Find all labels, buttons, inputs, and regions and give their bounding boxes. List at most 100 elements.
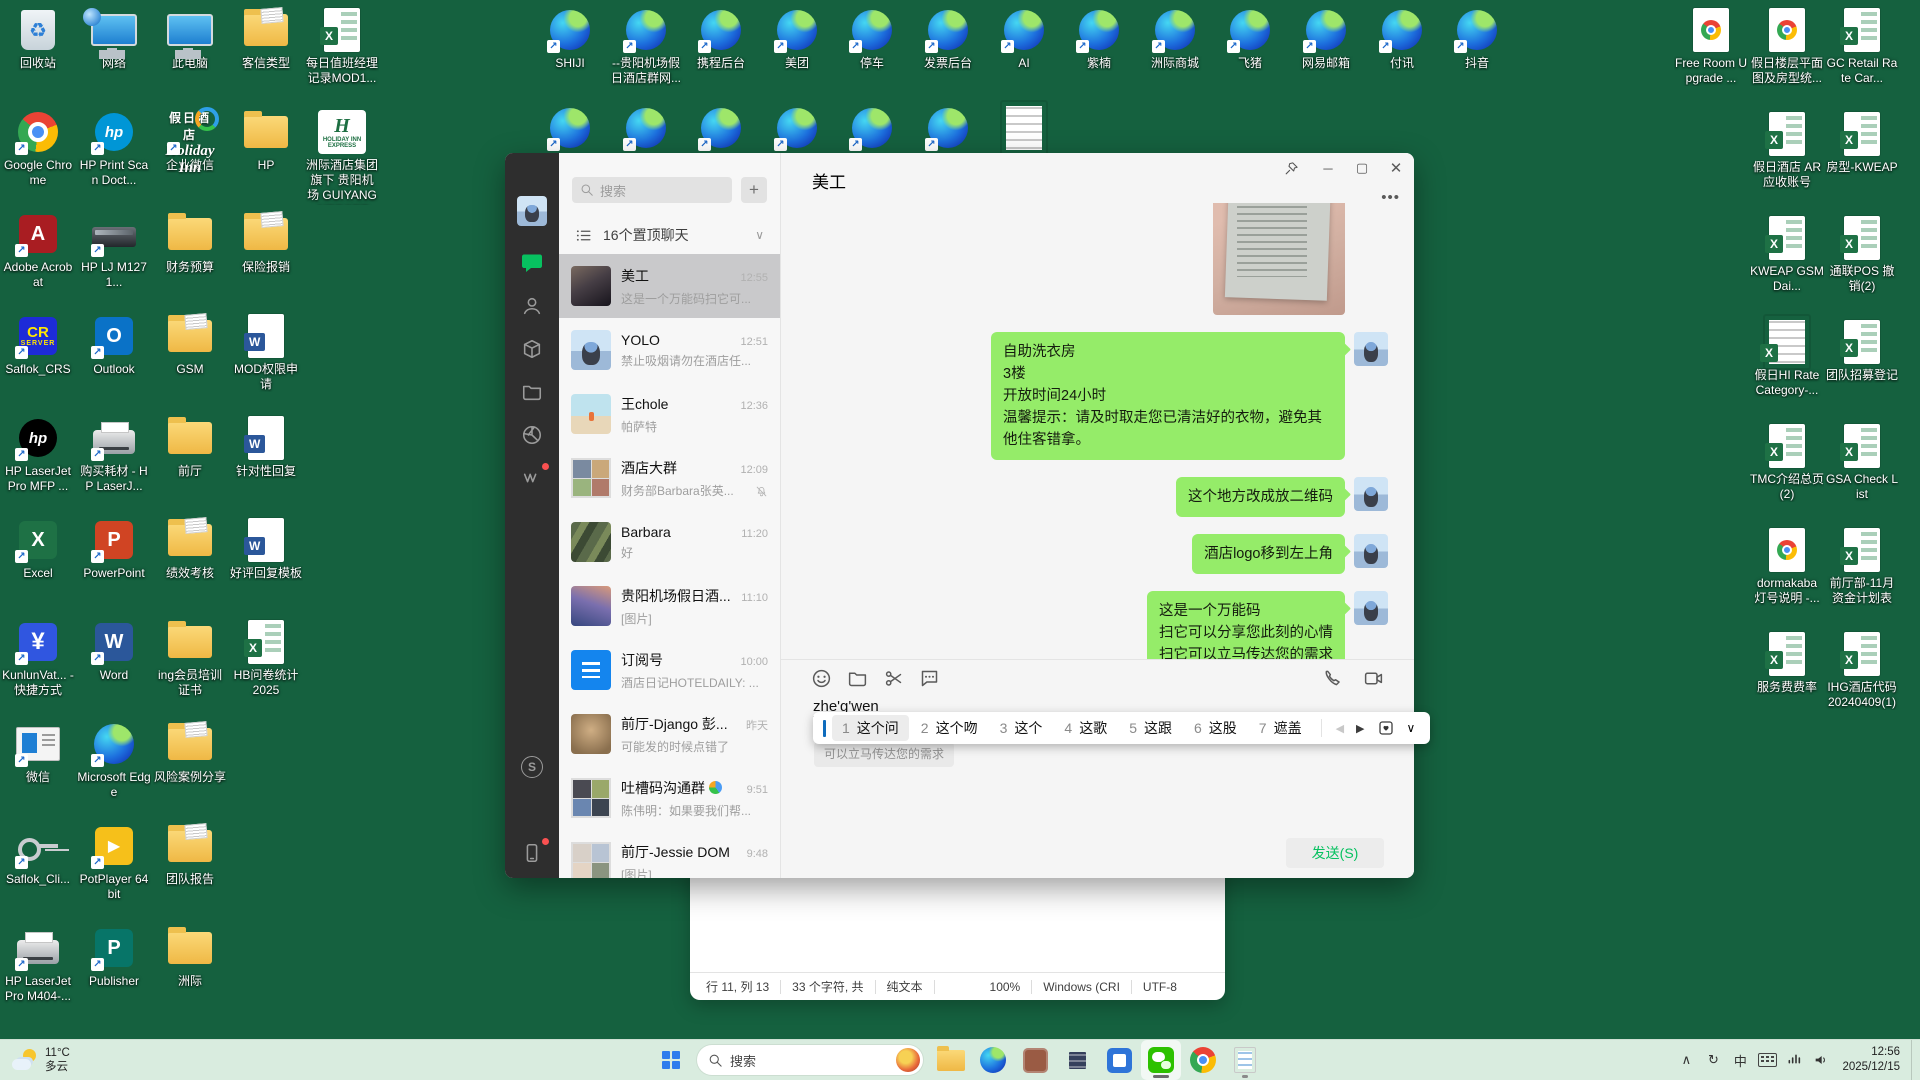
start-button[interactable] — [653, 1042, 689, 1078]
taskbar-notepad[interactable] — [1225, 1040, 1265, 1080]
desktop-icon-edge[interactable]: ↗ — [609, 104, 683, 152]
desktop-icon-edge[interactable]: ↗ 飞猪 — [1213, 6, 1287, 71]
taskbar-file-explorer[interactable] — [931, 1040, 971, 1080]
chat-list-item[interactable]: 王chole 12:36 帕萨特 — [559, 382, 780, 446]
desktop-icon-folder-docs[interactable]: 团队报告 — [153, 822, 227, 887]
desktop-icon-chrome-file[interactable]: 假日楼层平面图及房型统... — [1750, 6, 1824, 86]
desktop-icon-excel-file[interactable]: X 假日酒店 AR 应收账号 — [1750, 110, 1824, 190]
desktop-icon-app-sheet[interactable]: X 假日HI Rate Category-... — [1750, 318, 1824, 398]
desktop-icon-excel-file[interactable]: X 通联POS 撤销(2) — [1825, 214, 1899, 294]
desktop-icon-holiday-logo[interactable]: 假日酒店 Holiday Inn ↗ 企业微信 — [153, 107, 227, 176]
ime-next-page-button[interactable]: ▶ — [1351, 722, 1369, 735]
desktop-icon-printer[interactable]: ↗ 购买耗材 - HP LaserJ... — [77, 414, 151, 494]
desktop-icon-edge[interactable]: ↗ 携程后台 — [684, 6, 758, 71]
tray-volume[interactable] — [1809, 1045, 1833, 1075]
ime-candidate[interactable]: 1 这个问 — [832, 715, 909, 741]
desktop-icon-edge[interactable]: ↗ — [760, 104, 834, 152]
desktop-icon-edge[interactable]: ↗ 网易邮箱 — [1289, 6, 1363, 71]
desktop-icon-excel-file[interactable]: X KWEAP GSM Dai... — [1750, 214, 1824, 294]
desktop-icon-word-file[interactable]: W 针对性回复 — [229, 414, 303, 479]
ime-emoji-panel-button[interactable] — [1372, 719, 1400, 737]
desktop-icon-edge[interactable]: ↗ Microsoft Edge — [77, 720, 151, 800]
desktop-icon-excel-file[interactable]: X 团队招募登记 — [1825, 318, 1899, 383]
desktop-icon-excel-file[interactable]: X GSA Check List — [1825, 422, 1899, 502]
desktop-icon-publisher[interactable]: P ↗ Publisher — [77, 924, 151, 989]
desktop-icon-excel-file[interactable]: X IHG酒店代码 20240409(1) — [1825, 630, 1899, 710]
taskbar-chrome[interactable] — [1183, 1040, 1223, 1080]
taskbar-search-box[interactable]: 搜索 — [697, 1045, 923, 1075]
desktop-icon-edge[interactable]: ↗ 发票后台 — [911, 6, 985, 71]
desktop-icon-edge[interactable]: ↗ — [533, 104, 607, 152]
desktop-icon-edge[interactable]: ↗ 美团 — [760, 6, 834, 71]
desktop-icon-folder-docs[interactable]: 保险报销 — [229, 210, 303, 275]
taskbar-app-dark[interactable] — [1057, 1040, 1097, 1080]
taskbar-wechat[interactable] — [1141, 1040, 1181, 1080]
ime-candidate[interactable]: 3 这个 — [990, 715, 1053, 741]
desktop-icon-word[interactable]: W ↗ Word — [77, 618, 151, 683]
desktop-icon-excel-file[interactable]: X HB问卷统计 2025 — [229, 618, 303, 698]
add-chat-button[interactable]: + — [741, 177, 767, 203]
minimize-button[interactable]: ─ — [1318, 161, 1338, 176]
desktop-icon-edge[interactable]: ↗ — [684, 104, 758, 152]
desktop-icon-kunlun[interactable]: ¥ ↗ KunlunVat... - 快捷方式 — [1, 618, 75, 698]
emoji-icon[interactable] — [811, 668, 832, 689]
show-desktop-button[interactable] — [1911, 1040, 1916, 1080]
tray-chevron-up[interactable]: ∧ — [1674, 1045, 1698, 1075]
message-bubble-outgoing[interactable]: 这是一个万能码 扫它可以分享您此刻的心情 扫它可以立马传达您的需求 — [1147, 591, 1345, 660]
desktop-icon-key[interactable]: ↗ Saflok_Cli... — [1, 822, 75, 887]
chat-list-item[interactable]: 前厅-Jessie DOM 9:48 [图片] — [559, 830, 780, 878]
desktop-icon-folder[interactable]: 洲际 — [153, 924, 227, 989]
desktop-icon-folder-docs[interactable]: 风险案例分享 — [153, 720, 227, 785]
send-file-icon[interactable] — [847, 668, 868, 689]
chats-tab[interactable] — [519, 250, 545, 276]
channels-tab[interactable] — [519, 463, 549, 491]
desktop-icon-edge[interactable]: ↗ --贵阳机场假日酒店群网... — [609, 6, 683, 86]
message-bubble-outgoing[interactable]: 这个地方改成放二维码 — [1176, 477, 1345, 517]
desktop-icon-excel-file[interactable]: X 房型-KWEAP — [1825, 110, 1899, 175]
quoted-message-chip[interactable]: 可以立马传达您的需求 — [814, 742, 955, 767]
desktop-icon-folder[interactable]: 前厅 — [153, 414, 227, 479]
tray-network[interactable] — [1782, 1045, 1806, 1075]
desktop-icon-excel-file[interactable]: X 每日值班经理记录MOD1... — [305, 6, 379, 86]
desktop-icon-folder-docs[interactable]: 客信类型 — [229, 6, 303, 71]
desktop-icon-wechat-win[interactable]: ↗ 微信 — [1, 720, 75, 785]
chat-list-item[interactable]: Barbara 11:20 好 — [559, 510, 780, 574]
taskbar-app-maroon[interactable] — [1015, 1040, 1055, 1080]
desktop-icon-word-file[interactable]: W MOD权限申请 — [229, 312, 303, 392]
pin-window-button[interactable] — [1284, 161, 1304, 176]
chat-history-icon[interactable] — [919, 668, 940, 689]
desktop-icon-word-file[interactable]: W 好评回复模板 — [229, 516, 303, 581]
desktop-icon-chrome-file[interactable]: dormakaba 灯号说明 -... — [1750, 526, 1824, 606]
message-image[interactable] — [1213, 203, 1345, 315]
user-avatar[interactable] — [517, 196, 547, 226]
chat-list-item[interactable]: 酒店大群 12:09 财务部Barbara张英... — [559, 446, 780, 510]
screenshot-icon[interactable] — [883, 668, 904, 689]
pinned-chats-header[interactable]: 16个置顶聊天 ∨ — [559, 216, 780, 254]
desktop-icon-ppt[interactable]: P ↗ PowerPoint — [77, 516, 151, 581]
chat-list-item[interactable]: 前厅-Django 彭... 昨天 可能发的时候点错了 — [559, 702, 780, 766]
ime-expand-button[interactable]: ∨ — [1402, 721, 1421, 735]
chat-list-item[interactable]: 贵阳机场假日酒... 11:10 [图片] — [559, 574, 780, 638]
video-call-icon[interactable] — [1363, 668, 1384, 689]
send-button[interactable]: 发送(S) — [1286, 838, 1384, 868]
desktop-icon-edge[interactable]: ↗ 抖音 — [1440, 6, 1514, 71]
desktop-icon-chrome-file[interactable]: Free Room Upgrade ... — [1674, 6, 1748, 86]
desktop-icon-monitor[interactable]: 此电脑 — [153, 6, 227, 71]
desktop-icon-doc[interactable] — [987, 104, 1061, 152]
chat-list-item[interactable]: YOLO 12:51 禁止吸烟请勿在酒店任... — [559, 318, 780, 382]
tray-lang-indicator[interactable]: 中 — [1728, 1045, 1752, 1075]
desktop-icon-excel-file[interactable]: X 前厅部-11月资金计划表 — [1825, 526, 1899, 606]
chat-files-tab[interactable] — [519, 379, 545, 405]
tray-keyboard[interactable] — [1755, 1045, 1779, 1075]
desktop-icon-folder[interactable]: 财务预算 — [153, 210, 227, 275]
desktop-icon-acrobat[interactable]: A ↗ Adobe Acrobat — [1, 210, 75, 290]
desktop-icon-hp-print[interactable]: hp ↗ HP Print Scan Doct... — [77, 108, 151, 188]
ime-candidate[interactable]: 2 这个吻 — [911, 715, 988, 741]
taskbar-edge[interactable] — [973, 1040, 1013, 1080]
tray-sync[interactable]: ↻ — [1701, 1045, 1725, 1075]
desktop-icon-folder[interactable]: ing会员培训证书 — [153, 618, 227, 698]
mini-programs-button[interactable]: S — [519, 754, 545, 780]
chat-list-item[interactable]: 美工 12:55 这是一个万能码扫它可... — [559, 254, 780, 318]
voice-call-icon[interactable] — [1322, 668, 1343, 689]
ime-candidate[interactable]: 7 遮盖 — [1249, 715, 1312, 741]
